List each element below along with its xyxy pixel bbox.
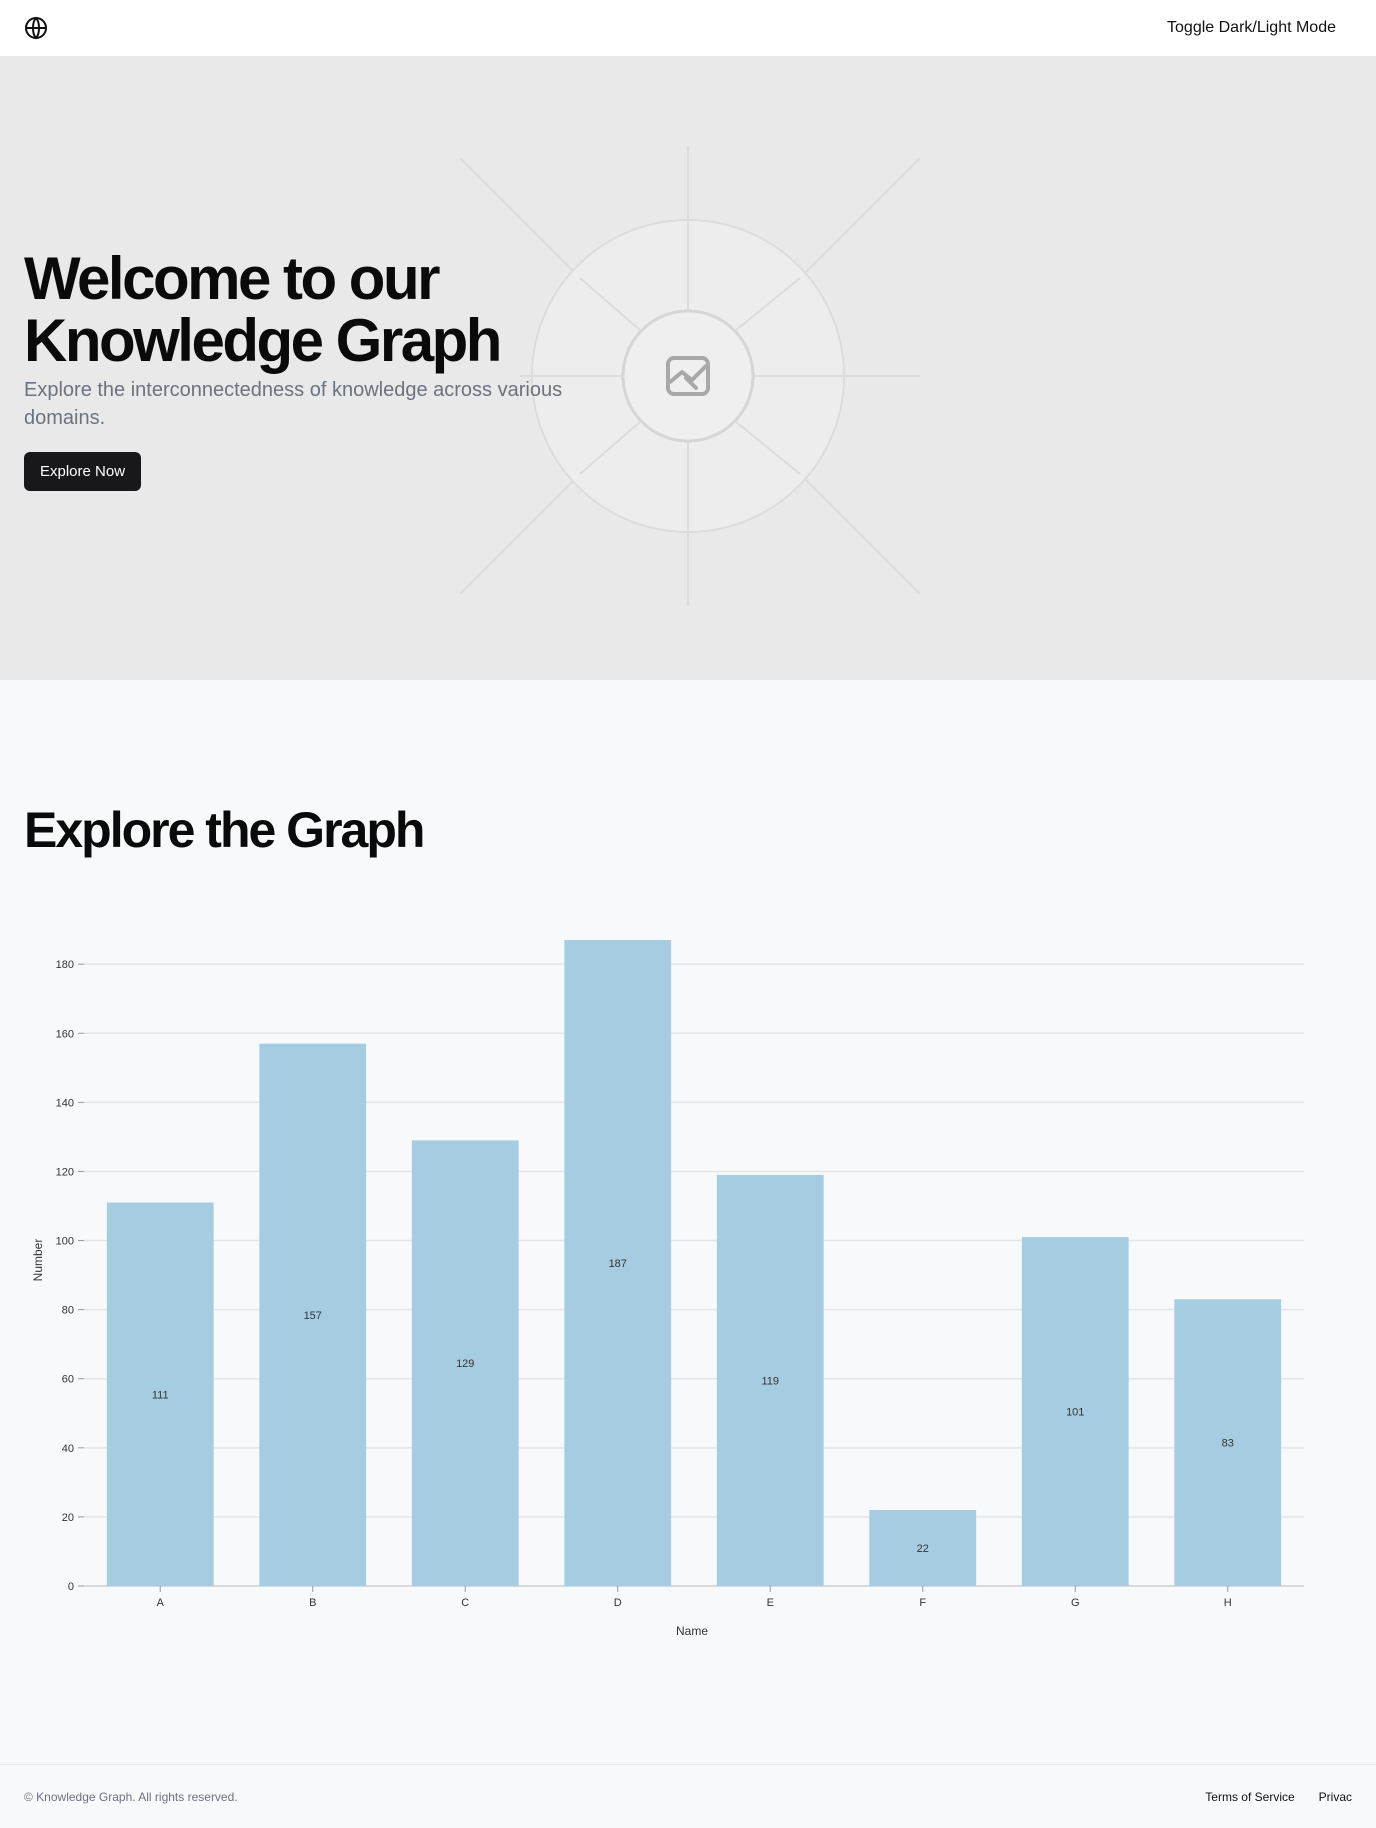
graph-section-title: Explore the Graph — [24, 802, 425, 858]
bar-value-label: 129 — [456, 1358, 474, 1370]
bar-value-label: 187 — [609, 1258, 627, 1270]
y-tick-label: 140 — [56, 1097, 74, 1109]
bar-value-label: 157 — [304, 1310, 322, 1322]
y-axis-label: Number — [31, 1239, 45, 1282]
hero-title: Welcome to our Knowledge Graph — [24, 248, 664, 372]
y-tick-label: 160 — [56, 1028, 74, 1040]
bar-value-label: 119 — [761, 1375, 779, 1387]
x-tick-label: B — [309, 1597, 316, 1609]
bar-value-label: 111 — [152, 1389, 169, 1401]
y-tick-label: 180 — [56, 959, 74, 971]
hero-title-line2: Knowledge Graph — [24, 307, 502, 374]
y-tick-label: 120 — [56, 1166, 74, 1178]
bar-value-label: 101 — [1066, 1407, 1084, 1419]
y-tick-label: 100 — [56, 1236, 74, 1248]
chart-bars — [106, 940, 1282, 1586]
bar-chart: 0 20 40 60 80 100 120 140 160 180 111 A 157 B 129 C 187 D… — [31, 940, 1304, 1638]
x-tick-label: A — [157, 1597, 165, 1609]
y-tick-label: 60 — [62, 1374, 74, 1386]
hero-text: Welcome to our Knowledge Graph Explore t… — [24, 248, 664, 491]
terms-of-service-link[interactable]: Terms of Service — [1205, 1790, 1294, 1804]
x-tick-label: H — [1224, 1597, 1232, 1609]
hero-title-line1: Welcome to our — [24, 245, 440, 312]
theme-toggle-button[interactable]: Toggle Dark/Light Mode — [1167, 19, 1336, 37]
footer-links: Terms of Service Privac — [1205, 1790, 1352, 1804]
globe-icon[interactable] — [24, 16, 48, 40]
y-tick-label: 20 — [62, 1512, 74, 1524]
x-axis-label: Name — [676, 1624, 708, 1638]
y-tick-label: 40 — [62, 1443, 74, 1455]
x-tick-label: D — [614, 1597, 622, 1609]
x-tick-label: G — [1071, 1597, 1080, 1609]
explore-now-button[interactable]: Explore Now — [24, 452, 142, 491]
y-tick-label: 0 — [68, 1581, 74, 1593]
bar-value-label: 22 — [917, 1543, 929, 1555]
site-header: Toggle Dark/Light Mode — [0, 0, 1376, 56]
hero-section: Welcome to our Knowledge Graph Explore t… — [0, 56, 1376, 680]
x-tick-label: F — [919, 1597, 926, 1609]
x-tick-label: E — [767, 1597, 774, 1609]
copyright-text: © Knowledge Graph. All rights reserved. — [24, 1789, 238, 1804]
privacy-link[interactable]: Privac — [1319, 1790, 1352, 1804]
hero-subtitle: Explore the interconnectedness of knowle… — [24, 379, 563, 429]
bar-value-label: 83 — [1222, 1438, 1234, 1450]
site-footer: © Knowledge Graph. All rights reserved. … — [0, 1764, 1376, 1828]
x-tick-label: C — [461, 1597, 469, 1609]
y-tick-label: 80 — [62, 1305, 74, 1317]
